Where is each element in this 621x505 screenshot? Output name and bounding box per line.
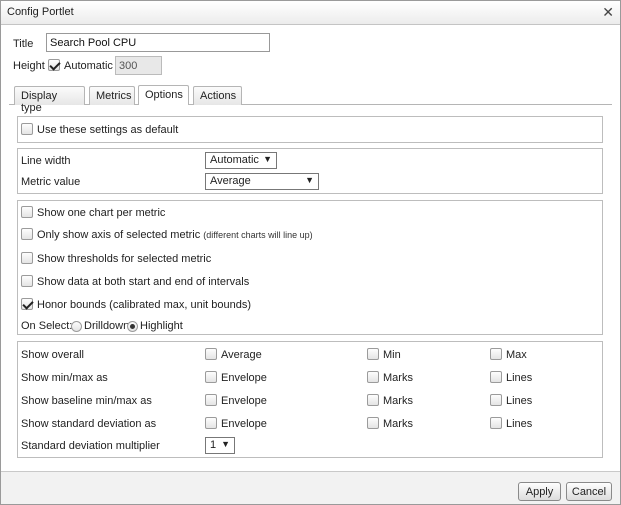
overall-min-label: Min bbox=[383, 349, 401, 361]
stddev-lines-checkbox[interactable] bbox=[490, 417, 502, 429]
thresholds-label: Show thresholds for selected metric bbox=[37, 253, 212, 265]
stddev-marks-label: Marks bbox=[383, 418, 413, 430]
dialog-titlebar: Config Portlet ✕ bbox=[1, 1, 620, 25]
baseline-marks-label: Marks bbox=[383, 395, 413, 407]
drilldown-radio[interactable] bbox=[71, 321, 82, 332]
title-label: Title bbox=[13, 38, 34, 50]
metric-value-select[interactable]: Average ▼ bbox=[205, 173, 319, 190]
title-input[interactable] bbox=[46, 33, 270, 52]
config-portlet-dialog: Config Portlet ✕ Title Height Automatic … bbox=[0, 0, 621, 505]
thresholds-checkbox[interactable] bbox=[21, 252, 33, 264]
stddev-multiplier-label: Standard deviation multiplier bbox=[21, 440, 160, 452]
one-chart-checkbox[interactable] bbox=[21, 206, 33, 218]
dialog-title: Config Portlet bbox=[7, 6, 74, 18]
show-overall-label: Show overall bbox=[21, 349, 84, 361]
height-input[interactable] bbox=[115, 56, 162, 75]
baseline-lines-label: Lines bbox=[506, 395, 533, 407]
overall-min-checkbox[interactable] bbox=[367, 348, 379, 360]
drilldown-label: Drilldown bbox=[84, 320, 130, 332]
both-ends-checkbox[interactable] bbox=[21, 275, 33, 287]
baseline-minmax-label: Show baseline min/max as bbox=[21, 395, 152, 407]
overall-average-label: Average bbox=[221, 349, 262, 361]
use-default-checkbox[interactable] bbox=[21, 123, 33, 135]
minmax-envelope-checkbox[interactable] bbox=[205, 371, 217, 383]
chevron-down-icon: ▼ bbox=[263, 154, 272, 164]
only-axis-label: Only show axis of selected metric (diffe… bbox=[37, 229, 313, 241]
minmax-label: Show min/max as bbox=[21, 372, 108, 384]
apply-button[interactable]: Apply bbox=[518, 482, 561, 501]
chevron-down-icon: ▼ bbox=[221, 439, 230, 449]
both-ends-label: Show data at both start and end of inter… bbox=[37, 276, 250, 288]
automatic-checkbox[interactable] bbox=[48, 59, 60, 71]
overall-max-checkbox[interactable] bbox=[490, 348, 502, 360]
only-axis-checkbox[interactable] bbox=[21, 228, 33, 240]
line-width-select[interactable]: Automatic ▼ bbox=[205, 152, 277, 169]
overall-average-checkbox[interactable] bbox=[205, 348, 217, 360]
baseline-envelope-label: Envelope bbox=[221, 395, 267, 407]
stddev-label: Show standard deviation as bbox=[21, 418, 157, 430]
only-axis-note: (different charts will line up) bbox=[203, 230, 313, 240]
height-label: Height bbox=[13, 60, 45, 72]
minmax-lines-checkbox[interactable] bbox=[490, 371, 502, 383]
line-width-value: Automatic bbox=[210, 154, 259, 166]
one-chart-label: Show one chart per metric bbox=[37, 207, 166, 219]
tab-metrics[interactable]: Metrics bbox=[89, 86, 135, 105]
chevron-down-icon: ▼ bbox=[305, 175, 314, 185]
close-icon[interactable]: ✕ bbox=[602, 4, 614, 20]
display-options-group bbox=[17, 200, 603, 335]
baseline-envelope-checkbox[interactable] bbox=[205, 394, 217, 406]
stddev-multiplier-select[interactable]: 1 ▼ bbox=[205, 437, 235, 454]
on-select-label: On Select: bbox=[21, 320, 73, 332]
only-axis-text: Only show axis of selected metric bbox=[37, 229, 201, 241]
stddev-lines-label: Lines bbox=[506, 418, 533, 430]
stddev-marks-checkbox[interactable] bbox=[367, 417, 379, 429]
metric-value-value: Average bbox=[210, 175, 251, 187]
highlight-label: Highlight bbox=[140, 320, 183, 332]
line-width-label: Line width bbox=[21, 155, 71, 167]
tab-display-type[interactable]: Display type bbox=[14, 86, 85, 114]
use-default-label: Use these settings as default bbox=[37, 124, 179, 136]
minmax-envelope-label: Envelope bbox=[221, 372, 267, 384]
dialog-footer: Apply Cancel bbox=[1, 472, 620, 504]
tab-options[interactable]: Options bbox=[138, 85, 189, 105]
stddev-multiplier-value: 1 bbox=[210, 439, 217, 451]
minmax-marks-label: Marks bbox=[383, 372, 413, 384]
stddev-envelope-checkbox[interactable] bbox=[205, 417, 217, 429]
automatic-label: Automatic bbox=[64, 60, 113, 72]
minmax-marks-checkbox[interactable] bbox=[367, 371, 379, 383]
honor-bounds-checkbox[interactable] bbox=[21, 298, 33, 310]
minmax-lines-label: Lines bbox=[506, 372, 533, 384]
metric-value-label: Metric value bbox=[21, 176, 81, 188]
baseline-lines-checkbox[interactable] bbox=[490, 394, 502, 406]
tab-actions[interactable]: Actions bbox=[193, 86, 242, 105]
baseline-marks-checkbox[interactable] bbox=[367, 394, 379, 406]
stddev-envelope-label: Envelope bbox=[221, 418, 267, 430]
honor-bounds-label: Honor bounds (calibrated max, unit bound… bbox=[37, 299, 252, 311]
cancel-button[interactable]: Cancel bbox=[566, 482, 612, 501]
highlight-radio[interactable] bbox=[127, 321, 138, 332]
overall-max-label: Max bbox=[506, 349, 527, 361]
